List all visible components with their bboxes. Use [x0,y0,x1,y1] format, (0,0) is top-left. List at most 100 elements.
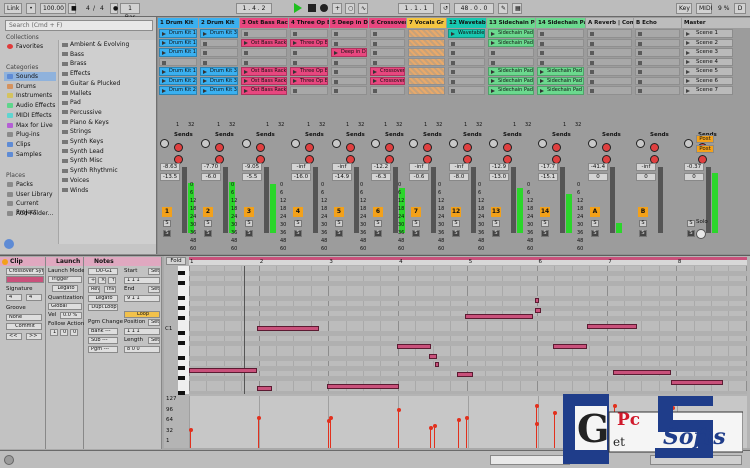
overview-strip[interactable] [490,455,570,465]
clip-slot-empty[interactable] [488,57,534,66]
stop-slot-icon[interactable] [491,60,495,65]
velocity-field[interactable]: 0.0 % [60,312,82,319]
clip-sig-num[interactable]: 4 [6,294,22,301]
solo-button[interactable]: S [204,220,212,227]
solo-button[interactable]: S [452,220,460,227]
stop-slot-icon[interactable] [162,60,166,65]
stop-slot-icon[interactable] [451,51,455,55]
velocity-stem[interactable] [552,411,557,448]
scene-launch-4[interactable]: Scene 4 [683,57,733,66]
list-item[interactable]: Bass [61,50,155,59]
bank-field[interactable]: Bank --- [88,328,118,335]
search-input[interactable]: Search (Cmd + F) [5,20,153,31]
clip-slot-empty[interactable] [370,86,405,95]
arm-button[interactable]: S [335,230,343,237]
arm-button[interactable]: S [412,230,420,237]
note-grid[interactable] [189,266,747,394]
midi-note[interactable] [327,384,399,389]
black-key[interactable] [178,306,185,310]
clip[interactable]: Ost Bass Rack [241,38,287,47]
stop-slot-icon[interactable] [334,32,338,36]
clip-play-icon[interactable] [491,31,495,36]
stop-slot-icon[interactable] [451,70,455,74]
sidebar-item-midi-effects[interactable]: MIDI Effects [4,111,56,120]
stop-slot-icon[interactable] [293,60,297,65]
clip-slot-recorded[interactable] [408,86,445,95]
stop-slot-icon[interactable] [451,79,455,84]
arm-button[interactable]: S [541,230,549,237]
track-activator-button[interactable]: 3 [244,207,254,217]
clip-slot-empty[interactable] [331,57,367,66]
stop-slot-icon[interactable] [244,51,248,55]
list-item[interactable]: Percussive [61,108,155,117]
track-pan-knob[interactable] [538,139,547,148]
clip-slot-empty[interactable] [635,38,680,47]
stop-slot-icon[interactable] [373,60,377,65]
clip-slot-empty[interactable] [241,57,287,66]
arm-button[interactable]: S [204,230,212,237]
midi-note[interactable] [613,370,671,375]
groove-select[interactable]: None [6,314,42,321]
track-title[interactable]: 13 Sidechain Pad [487,18,535,28]
timeline-ruler[interactable]: 1 2 3 4 5 6 7 8 [189,257,747,265]
volume-fader[interactable] [471,167,476,233]
clip[interactable]: Drum Kit 1 [159,67,197,76]
arm-button[interactable]: S [374,230,382,237]
midi-note[interactable] [397,344,431,349]
clip-play-icon[interactable] [491,69,495,74]
clip-slot-empty[interactable] [290,57,328,66]
automation-arm-icon[interactable]: ∿ [358,3,368,14]
track-title[interactable]: B Echo [634,18,681,28]
stop-slot-icon[interactable] [590,89,594,93]
stop-slot-icon[interactable] [334,41,338,46]
list-item[interactable]: Effects [61,69,155,78]
key-map-button[interactable]: Key [676,3,692,14]
volume-fader[interactable] [313,167,318,233]
solo-button[interactable]: S [639,220,647,227]
track-pan-knob[interactable] [684,139,693,148]
clip-slot-empty[interactable] [370,38,405,47]
session-record-icon[interactable]: ○ [345,3,355,14]
shift-up-button[interactable]: ↑ [108,277,116,284]
loop-start-field[interactable]: 1 . 1 . 1 [398,3,434,14]
volume-readout[interactable]: -inf [291,163,311,171]
scene-launch-5[interactable]: Scene 5 [683,67,733,76]
clip-name-field[interactable]: Crossover Syn [6,268,44,275]
loop-switch-icon[interactable]: ↺ [440,3,450,14]
clip[interactable]: Ost Bass Rack [241,86,287,95]
sidebar-item-plug-ins[interactable]: Plug-ins [4,130,56,139]
solo-button[interactable]: S [245,220,253,227]
clip[interactable]: Sidechain Pad [488,38,534,47]
send-a-knob[interactable] [256,143,265,152]
list-item[interactable]: Strings [61,127,155,136]
list-item[interactable]: Synth Keys [61,137,155,146]
info-view-icon[interactable] [4,455,14,465]
post-button-a[interactable]: Post [696,135,714,143]
volume-readout[interactable]: -inf [636,163,656,171]
solo-button[interactable]: S [591,220,599,227]
track-title[interactable]: 12 Wavetable [447,18,486,28]
start-field[interactable]: 1 1 1 [124,277,160,284]
clip-slot-empty[interactable] [587,48,632,57]
clip[interactable]: Three Op Ba [290,67,328,76]
browser-bottom-icon[interactable] [4,239,14,249]
volume-readout[interactable]: -inf [332,163,352,171]
clip[interactable]: Ost Bass Rack [241,76,287,85]
track-activator-button[interactable]: 1 [162,207,172,217]
clip-slot-empty[interactable] [635,57,680,66]
list-item[interactable]: Synth Lead [61,147,155,156]
black-key[interactable] [178,356,185,360]
note-range-field[interactable]: D0-G1 [88,268,118,275]
play-icon[interactable] [294,3,302,13]
clip-play-icon[interactable] [162,50,166,55]
scene-play-icon[interactable] [686,88,690,93]
clip-play-icon[interactable] [162,41,166,45]
stop-slot-icon[interactable] [373,41,377,46]
clip[interactable]: Sidechain Pad [488,67,534,76]
clip-slot-empty[interactable] [331,67,367,76]
stop-slot-icon[interactable] [334,79,338,84]
clip-play-icon[interactable] [491,41,495,45]
track-pan-knob[interactable] [409,139,418,148]
clip-slot-recorded[interactable] [408,29,445,38]
track-pan-knob[interactable] [588,139,597,148]
